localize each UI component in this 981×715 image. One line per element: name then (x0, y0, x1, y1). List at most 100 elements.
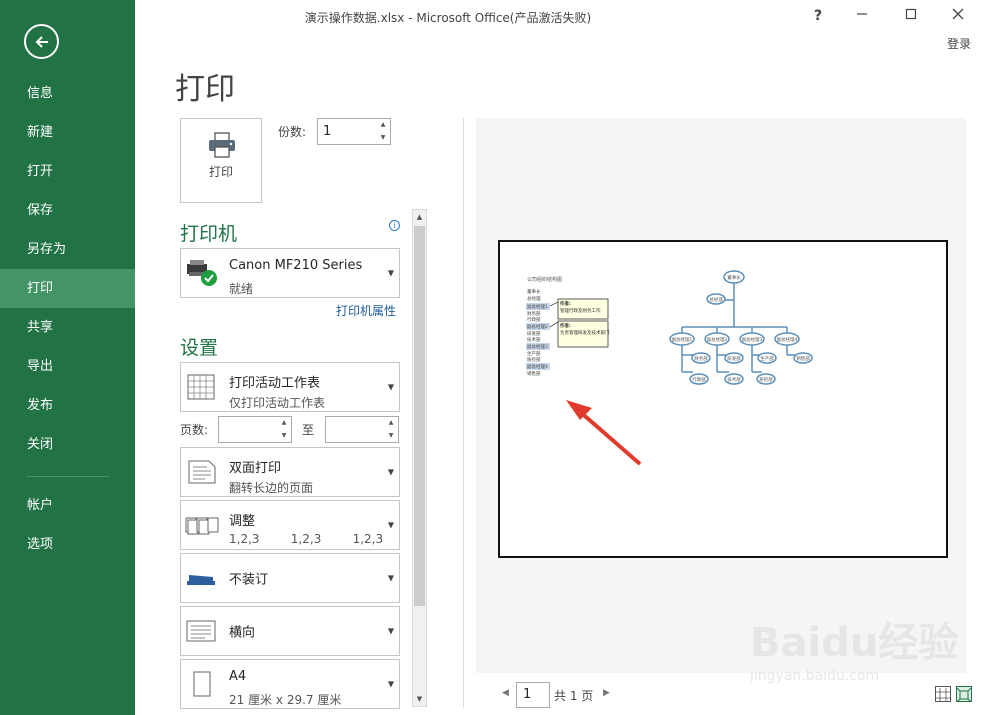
watermark-url: jingyan.baidu.com (750, 668, 880, 684)
printer-dropdown[interactable]: Canon MF210 Series 就绪 ▼ (180, 248, 400, 298)
svg-text:财务部: 财务部 (527, 310, 541, 317)
settings-heading: 设置 (180, 337, 219, 359)
nav-options[interactable]: 选项 (0, 525, 135, 564)
printer-icon (209, 132, 235, 158)
duplex-title: 双面打印 (229, 461, 282, 476)
spin-up-icon[interactable]: ▲ (384, 417, 398, 430)
info-icon[interactable]: i (389, 220, 400, 231)
show-margins-icon[interactable] (935, 686, 951, 702)
minimize-button[interactable] (847, 4, 877, 28)
duplex-sub: 翻转长边的页面 (229, 481, 314, 495)
staple-dropdown[interactable]: 不装订 ▼ (180, 553, 400, 603)
svg-text:技术部: 技术部 (527, 336, 541, 343)
svg-text:财务部: 财务部 (694, 355, 708, 362)
next-page-icon[interactable]: ▶ (603, 688, 610, 698)
scroll-up-icon[interactable]: ▲ (413, 210, 426, 224)
maximize-button[interactable] (896, 4, 926, 28)
nav-save-as[interactable]: 另存为 (0, 230, 135, 269)
copies-value: 1 (323, 124, 332, 139)
svg-text:董事长: 董事长 (527, 288, 541, 295)
collate-title: 调整 (229, 514, 256, 529)
chevron-down-icon: ▼ (387, 520, 394, 530)
preview-list: 董事长 总经理 副总经理1 财务部 行政部 副总经理2 研发部 技术部 副总经理… (526, 288, 550, 377)
help-button[interactable]: ? (803, 4, 833, 28)
collate-icon (185, 517, 219, 535)
page-number-input[interactable]: 1 (516, 682, 550, 708)
scroll-down-icon[interactable]: ▼ (413, 692, 426, 706)
svg-text:副总经理1: 副总经理1 (672, 336, 693, 343)
landscape-page-icon (186, 620, 216, 642)
printer-heading: 打印机 (180, 223, 238, 245)
maximize-icon (905, 8, 917, 20)
red-arrow-annotation (566, 400, 642, 466)
scroll-thumb[interactable] (414, 226, 425, 606)
nav-share[interactable]: 共享 (0, 308, 135, 347)
svg-text:研发部: 研发部 (527, 330, 541, 337)
preview-sheet-title: 公司组织结构图 (527, 276, 562, 283)
nav-publish[interactable]: 发布 (0, 386, 135, 425)
title-bar: 演示操作数据.xlsx - Microsoft Office(产品激活失败) ? (135, 0, 981, 34)
collate-sub: 1,2,3 1,2,3 1,2,3 (229, 532, 384, 546)
staple-title: 不装订 (229, 572, 269, 588)
spin-down-icon[interactable]: ▼ (376, 132, 390, 145)
paper-size-sub: 21 厘米 x 29.7 厘米 (229, 693, 342, 707)
printer-name: Canon MF210 Series (229, 258, 363, 273)
printer-ready-icon (187, 260, 217, 286)
svg-text:生产部: 生产部 (527, 350, 541, 357)
nav-divider (27, 476, 109, 477)
svg-text:行政部: 行政部 (527, 316, 541, 323)
svg-text:副总经理2: 副总经理2 (707, 336, 728, 343)
paper-size-title: A4 (229, 669, 247, 684)
collate-dropdown[interactable]: 调整 1,2,3 1,2,3 1,2,3 ▼ (180, 500, 400, 550)
pages-to-spinner[interactable]: ▲ ▼ (325, 416, 399, 443)
print-button[interactable]: 打印 (180, 118, 262, 203)
nav-save[interactable]: 保存 (0, 191, 135, 230)
printer-properties-link[interactable]: 打印机属性 (336, 302, 396, 319)
svg-text:作者:: 作者: (560, 322, 571, 329)
zoom-to-page-icon[interactable] (956, 686, 972, 703)
panel-divider (463, 118, 464, 708)
copies-spinner[interactable]: 1 ▲ ▼ (317, 118, 391, 145)
nav-export[interactable]: 导出 (0, 347, 135, 386)
back-button[interactable] (24, 24, 59, 59)
pages-from-spinner[interactable]: ▲ ▼ (218, 416, 292, 443)
nav-print[interactable]: 打印 (0, 269, 135, 308)
close-icon (952, 8, 964, 20)
sign-in-link[interactable]: 登录 (947, 35, 971, 52)
svg-text:技术部: 技术部 (727, 376, 741, 383)
nav-close[interactable]: 关闭 (0, 425, 135, 464)
paper-size-dropdown[interactable]: A4 21 厘米 x 29.7 厘米 ▼ (180, 659, 400, 709)
print-what-title: 打印活动工作表 (229, 376, 321, 391)
svg-text:副总经理1: 副总经理1 (527, 303, 548, 310)
svg-text:副总经理2: 副总经理2 (527, 323, 548, 330)
minimize-icon (857, 13, 867, 15)
svg-text:销售部: 销售部 (527, 370, 541, 377)
settings-scrollbar[interactable]: ▲ ▼ (412, 209, 427, 707)
nav-info[interactable]: 信息 (0, 74, 135, 113)
duplex-page-icon (188, 460, 216, 484)
duplex-dropdown[interactable]: 双面打印 翻转长边的页面 ▼ (180, 447, 400, 497)
watermark-logo: Baidu经验 (750, 620, 959, 666)
print-what-sub: 仅打印活动工作表 (229, 396, 326, 410)
orientation-title: 横向 (229, 625, 256, 641)
svg-text:研发部: 研发部 (727, 355, 741, 362)
chevron-down-icon: ▼ (387, 467, 394, 477)
page-title: 打印 (175, 72, 235, 107)
nav-new[interactable]: 新建 (0, 113, 135, 152)
chevron-down-icon: ▼ (387, 268, 394, 278)
chevron-down-icon: ▼ (387, 382, 394, 392)
svg-text:生产部: 生产部 (760, 355, 774, 362)
nav-open[interactable]: 打开 (0, 152, 135, 191)
pages-label: 页数: (180, 423, 209, 437)
print-what-dropdown[interactable]: 打印活动工作表 仅打印活动工作表 ▼ (180, 362, 400, 412)
spin-down-icon[interactable]: ▼ (384, 430, 398, 443)
prev-page-icon[interactable]: ◀ (502, 688, 509, 698)
spin-up-icon[interactable]: ▲ (277, 417, 291, 430)
chevron-down-icon: ▼ (387, 679, 394, 689)
orientation-dropdown[interactable]: 横向 ▼ (180, 606, 400, 656)
close-button[interactable] (943, 4, 973, 28)
spin-up-icon[interactable]: ▲ (376, 119, 390, 132)
chevron-down-icon: ▼ (387, 573, 394, 583)
spin-down-icon[interactable]: ▼ (277, 430, 291, 443)
nav-account[interactable]: 帐户 (0, 486, 135, 525)
